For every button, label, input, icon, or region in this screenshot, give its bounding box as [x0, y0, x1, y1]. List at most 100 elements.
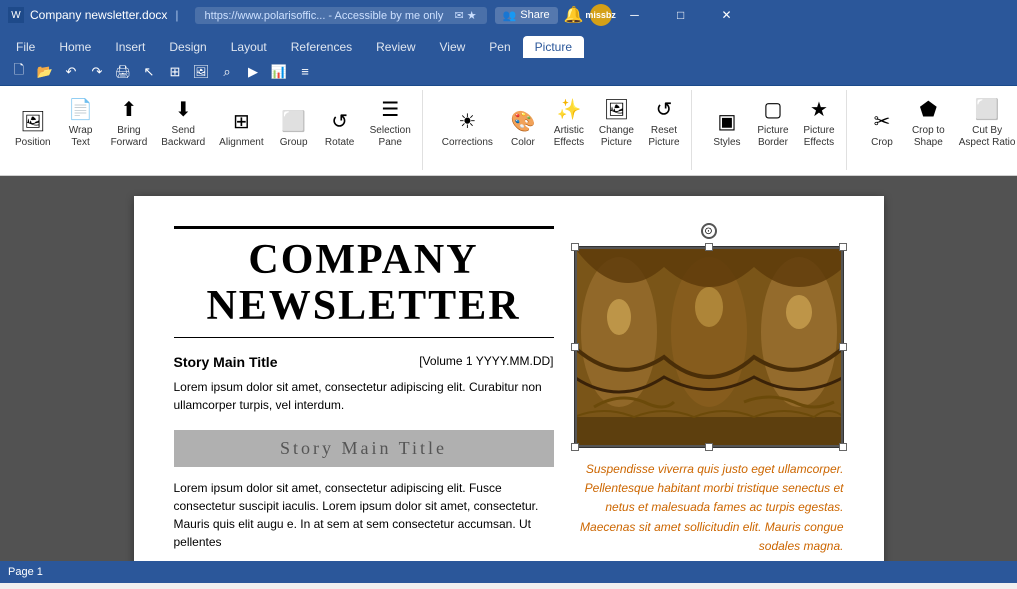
group-icon: ⬜ — [278, 105, 310, 137]
user-avatar[interactable]: missbz — [590, 4, 612, 26]
color-label: Color — [511, 137, 535, 149]
picture-effects-button[interactable]: ★ PictureEffects — [798, 90, 840, 152]
selection-pane-icon: ☰ — [374, 93, 406, 125]
position-label: Position — [15, 137, 51, 149]
tab-review[interactable]: Review — [364, 36, 427, 58]
close-button[interactable]: ✕ — [704, 0, 750, 30]
selection-pane-button[interactable]: ☰ SelectionPane — [365, 90, 416, 152]
ribbon-tabs: File Home Insert Design Layout Reference… — [0, 30, 1017, 58]
ribbon: 🖼 Position 📄 WrapText ⬆ BringForward ⬇ S… — [0, 86, 1017, 176]
group-button[interactable]: ⬜ Group — [273, 102, 315, 152]
bring-forward-icon: ⬆ — [113, 93, 145, 125]
status-bar: Page 1 — [0, 561, 1017, 583]
tab-design[interactable]: Design — [157, 36, 218, 58]
reset-picture-label: ResetPicture — [648, 125, 679, 149]
corrections-icon: ☀ — [451, 105, 483, 137]
wrap-text-button[interactable]: 📄 WrapText — [60, 90, 102, 152]
handle-bottom-middle[interactable] — [705, 443, 713, 451]
bring-forward-button[interactable]: ⬆ BringForward — [106, 90, 153, 152]
qa-table[interactable]: ⊞ — [164, 61, 186, 83]
qa-extra[interactable]: ▶ — [242, 61, 264, 83]
corrections-label: Corrections — [442, 137, 493, 149]
tab-view[interactable]: View — [428, 36, 478, 58]
cut-by-aspect-ratio-icon: ⬜ — [971, 93, 1003, 125]
body-text-2: Lorem ipsum dolor sit amet, consectetur … — [174, 479, 554, 551]
handle-top-middle[interactable] — [705, 243, 713, 251]
artistic-effects-button[interactable]: ✨ ArtisticEffects — [548, 90, 590, 152]
title-bar-right: 👥 Share 🔔 missbz — [495, 4, 612, 26]
qa-cursor[interactable]: ↖ — [138, 61, 160, 83]
handle-middle-right[interactable] — [839, 343, 847, 351]
body-text-1: Lorem ipsum dolor sit amet, consectetur … — [174, 378, 554, 414]
picture-border-button[interactable]: ▢ PictureBorder — [752, 90, 794, 152]
maximize-button[interactable]: □ — [658, 0, 704, 30]
newsletter-title: COMPANYNEWSLETTER — [174, 226, 554, 338]
change-picture-button[interactable]: 🖼 ChangePicture — [594, 90, 639, 152]
reset-picture-icon: ↺ — [648, 93, 680, 125]
selection-border — [575, 247, 843, 447]
send-backward-button[interactable]: ⬇ SendBackward — [156, 90, 210, 152]
reset-picture-button[interactable]: ↺ ResetPicture — [643, 90, 685, 152]
wrap-text-label: WrapText — [69, 125, 93, 149]
position-button[interactable]: 🖼 Position — [10, 102, 56, 152]
position-icon: 🖼 — [17, 105, 49, 137]
corrections-button[interactable]: ☀ Corrections — [437, 102, 498, 152]
alignment-label: Alignment — [219, 137, 263, 149]
qa-chart[interactable]: 📊 — [268, 61, 290, 83]
title-bar: W Company newsletter.docx | https://www.… — [0, 0, 1017, 30]
adjust-buttons: ☀ Corrections 🎨 Color ✨ ArtisticEffects … — [437, 90, 685, 152]
qa-new[interactable]: 🗋 — [8, 61, 30, 83]
tab-home[interactable]: Home — [47, 36, 103, 58]
group-label: Group — [280, 137, 308, 149]
qa-open[interactable]: 📂 — [34, 61, 56, 83]
story-main-title: Story Main Title — [174, 354, 278, 370]
tab-insert[interactable]: Insert — [103, 36, 157, 58]
change-picture-label: ChangePicture — [599, 125, 634, 149]
crop-button[interactable]: ✂ Crop — [861, 102, 903, 152]
selected-image[interactable]: ⊙ — [574, 246, 844, 448]
tab-file[interactable]: File — [4, 36, 47, 58]
rotate-icon: ↺ — [324, 105, 356, 137]
handle-bottom-right[interactable] — [839, 443, 847, 451]
bring-forward-label: BringForward — [111, 125, 148, 149]
url-bar[interactable]: https://www.polarisoffic... - Accessible… — [195, 7, 487, 24]
color-button[interactable]: 🎨 Color — [502, 102, 544, 152]
artistic-effects-label: ArtisticEffects — [554, 125, 584, 149]
rotate-button[interactable]: ↺ Rotate — [319, 102, 361, 152]
picture-border-label: PictureBorder — [757, 125, 788, 149]
minimize-button[interactable]: ─ — [612, 0, 658, 30]
qa-print[interactable]: 🖨 — [112, 61, 134, 83]
handle-middle-left[interactable] — [571, 343, 579, 351]
cut-by-aspect-ratio-button[interactable]: ⬜ Cut ByAspect Ratio — [954, 90, 1017, 152]
arrange-buttons: 🖼 Position 📄 WrapText ⬆ BringForward ⬇ S… — [10, 90, 416, 152]
qa-undo[interactable]: ↶ — [60, 61, 82, 83]
filename: Company newsletter.docx — [30, 8, 167, 22]
qa-image[interactable]: 🖼 — [190, 61, 212, 83]
crop-buttons: ✂ Crop ⬟ Crop toShape ⬜ Cut ByAspect Rat… — [861, 90, 1017, 152]
share-button[interactable]: 👥 Share — [495, 7, 558, 24]
qa-search[interactable]: ⌕ — [216, 61, 238, 83]
tab-layout[interactable]: Layout — [219, 36, 279, 58]
handle-top-left[interactable] — [571, 243, 579, 251]
picture-effects-label: PictureEffects — [803, 125, 834, 149]
tab-pen[interactable]: Pen — [477, 36, 522, 58]
qa-more[interactable]: ≡ — [294, 61, 316, 83]
styles-icon: ▣ — [711, 105, 743, 137]
selection-pane-label: SelectionPane — [370, 125, 411, 149]
send-backward-icon: ⬇ — [167, 93, 199, 125]
crop-to-shape-button[interactable]: ⬟ Crop toShape — [907, 90, 950, 152]
change-picture-icon: 🖼 — [600, 93, 632, 125]
crop-to-shape-icon: ⬟ — [912, 93, 944, 125]
tab-picture[interactable]: Picture — [523, 36, 584, 58]
alignment-icon: ⊞ — [225, 105, 257, 137]
styles-button[interactable]: ▣ Styles — [706, 102, 748, 152]
handle-bottom-left[interactable] — [571, 443, 579, 451]
ribbon-group-crop: ✂ Crop ⬟ Crop toShape ⬜ Cut ByAspect Rat… — [855, 90, 1017, 170]
tab-references[interactable]: References — [279, 36, 364, 58]
notification-icon[interactable]: 🔔 — [564, 5, 584, 25]
qa-redo[interactable]: ↷ — [86, 61, 108, 83]
page-status: Page 1 — [8, 566, 43, 578]
handle-top-right[interactable] — [839, 243, 847, 251]
rotate-handle[interactable]: ⊙ — [701, 223, 717, 239]
alignment-button[interactable]: ⊞ Alignment — [214, 102, 268, 152]
